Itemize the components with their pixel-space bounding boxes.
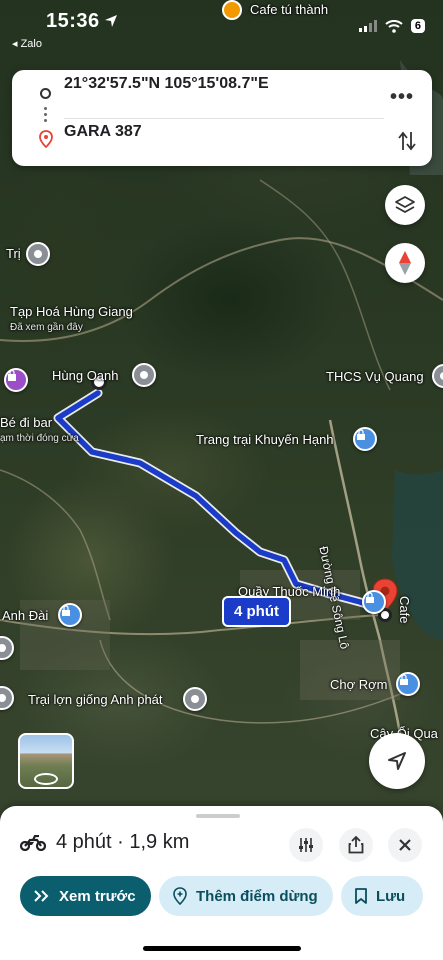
status-time: 15:36 (46, 10, 100, 32)
back-to-app[interactable]: ◂ Zalo (12, 37, 42, 50)
cafe-poi-icon (222, 0, 242, 20)
compass-button[interactable] (385, 243, 425, 283)
route-summary-text: 4 phút · 1,9 km (56, 831, 190, 853)
poi-trang-trai-icon[interactable] (353, 427, 377, 451)
motorbike-icon (20, 834, 46, 851)
destination-marker-icon (39, 130, 53, 148)
home-indicator (143, 946, 301, 951)
sliders-icon (299, 838, 313, 852)
label-cafe-edge: Cafe (397, 596, 412, 624)
label-hung-oanh[interactable]: Hùng Oanh (52, 368, 119, 383)
layers-icon (395, 196, 415, 213)
battery-indicator: 6 (410, 19, 425, 33)
origin-field[interactable]: 21°32'57.5"N 105°15'08.7"E (64, 75, 269, 93)
add-location-icon (173, 887, 187, 905)
route-options-button[interactable] (289, 828, 323, 862)
share-button[interactable] (339, 828, 373, 862)
share-icon (348, 836, 364, 854)
add-stop-label: Thêm điểm dừng (196, 887, 318, 905)
label-cafe-tu-thanh: Cafe tú thành (250, 2, 329, 17)
label-trang-trai[interactable]: Trang trại Khuyến Hạnh (196, 432, 334, 447)
add-stop-button[interactable]: Thêm điểm dừng (159, 876, 333, 916)
status-bar: 15:36 ◂ Zalo Cafe tú thành 6 (0, 0, 443, 50)
label-tap-hoa[interactable]: Tạp Hoá Hùng Giang (10, 304, 133, 319)
double-chevron-right-icon (34, 890, 50, 902)
poi-quay-thuoc-icon[interactable] (362, 590, 386, 614)
save-label: Lưu (376, 887, 406, 905)
preview-label: Xem trước (59, 887, 136, 905)
save-button[interactable]: Lưu (341, 876, 423, 916)
poi-tri-icon[interactable] (26, 242, 50, 266)
poi-anh-dai-icon[interactable] (58, 603, 82, 627)
label-tam-thoi: ạm thời đóng cửa (0, 433, 79, 444)
swap-vertical-icon[interactable] (398, 130, 416, 152)
sheet-drag-handle[interactable] (196, 814, 240, 818)
route-connector (44, 107, 47, 125)
signal-icon (358, 20, 377, 32)
label-cho-rom[interactable]: Chợ Rợm (330, 677, 388, 692)
origin-dot-icon (40, 88, 51, 99)
compass-icon (399, 251, 411, 275)
layers-button[interactable] (385, 185, 425, 225)
route-summary: 4 phút · 1,9 km (20, 831, 189, 854)
street-view-rotate-icon (34, 773, 58, 785)
label-thcs[interactable]: THCS Vụ Quang (326, 369, 424, 384)
more-options-icon[interactable]: ••• (390, 86, 414, 109)
label-da-xem: Đã xem gần đây (10, 322, 83, 333)
street-view-thumbnail[interactable] (18, 733, 74, 789)
wifi-icon (385, 19, 403, 33)
my-location-button[interactable] (369, 733, 425, 789)
status-icons: 6 (358, 19, 425, 33)
eta-chip[interactable]: 4 phút (222, 596, 291, 627)
bottom-sheet[interactable]: 4 phút · 1,9 km Xem trước Thêm điểm dừng… (0, 806, 443, 960)
label-trai-lon[interactable]: Trại lợn giống Anh phát (28, 692, 163, 707)
navigation-arrow-icon (388, 752, 406, 770)
poi-cho-rom-icon[interactable] (396, 672, 420, 696)
poi-shop-icon[interactable] (4, 368, 28, 392)
route-divider (64, 118, 384, 119)
close-button[interactable] (388, 828, 422, 862)
label-tri: Trị (6, 246, 21, 261)
location-arrow-icon (105, 15, 117, 27)
close-icon (399, 839, 411, 851)
poi-hung-oanh-icon[interactable] (132, 363, 156, 387)
route-card[interactable]: 21°32'57.5"N 105°15'08.7"E GARA 387 ••• (12, 70, 432, 166)
bookmark-icon (355, 888, 367, 904)
label-anh-dai[interactable]: Anh Đài (2, 608, 48, 623)
preview-button[interactable]: Xem trước (20, 876, 151, 916)
label-be-di-bar[interactable]: Bé đi bar (0, 415, 52, 430)
destination-field[interactable]: GARA 387 (64, 123, 142, 141)
action-buttons: Xem trước Thêm điểm dừng Lưu (20, 876, 423, 916)
poi-trai-lon-icon[interactable] (183, 687, 207, 711)
